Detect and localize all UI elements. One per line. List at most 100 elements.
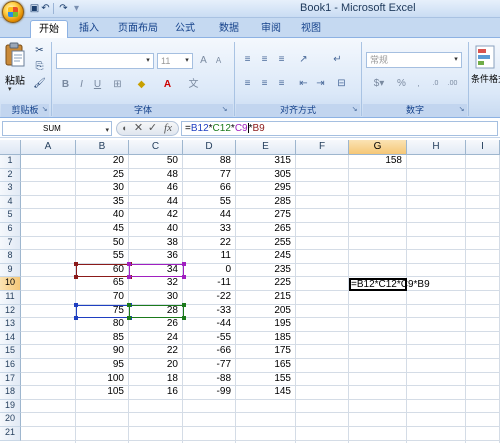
- wrap-text-icon[interactable]: ↵: [330, 52, 345, 67]
- conditional-formatting-label[interactable]: 条件格式: [471, 72, 500, 85]
- cell-b14[interactable]: 85: [76, 332, 129, 344]
- cell-d16[interactable]: -77: [183, 359, 236, 371]
- cell-e8[interactable]: 245: [236, 250, 296, 262]
- cell-e5[interactable]: 275: [236, 209, 296, 221]
- row-header-12[interactable]: 12: [0, 305, 21, 318]
- cell-c13[interactable]: 26: [129, 318, 183, 330]
- alignment-launcher-icon[interactable]: ↘: [350, 105, 359, 114]
- row-header-21[interactable]: 21: [0, 427, 21, 441]
- formula-bar-grip-icon[interactable]: ◖: [118, 121, 130, 136]
- paste-icon[interactable]: [4, 42, 26, 72]
- cell-d3[interactable]: 66: [183, 182, 236, 194]
- enter-formula-button[interactable]: ✓: [146, 121, 159, 136]
- font-launcher-icon[interactable]: ↘: [220, 105, 229, 114]
- row-header-2[interactable]: 2: [0, 169, 21, 182]
- cell-b18[interactable]: 105: [76, 386, 129, 398]
- cell-e3[interactable]: 295: [236, 182, 296, 194]
- cell-e18[interactable]: 145: [236, 386, 296, 398]
- office-button[interactable]: [2, 1, 24, 23]
- row-header-14[interactable]: 14: [0, 332, 21, 345]
- cell-d14[interactable]: -55: [183, 332, 236, 344]
- cell-d17[interactable]: -88: [183, 373, 236, 385]
- reference-box-c9[interactable]: [127, 262, 186, 279]
- cell-d1[interactable]: 88: [183, 155, 236, 167]
- cell-d18[interactable]: -99: [183, 386, 236, 398]
- row-header-6[interactable]: 6: [0, 223, 21, 237]
- cell-d4[interactable]: 55: [183, 196, 236, 208]
- row-header-9[interactable]: 9: [0, 264, 21, 277]
- cell-d8[interactable]: 11: [183, 250, 236, 262]
- cell-c15[interactable]: 22: [129, 345, 183, 357]
- row-header-20[interactable]: 20: [0, 413, 21, 427]
- row-header-13[interactable]: 13: [0, 318, 21, 332]
- cell-e15[interactable]: 175: [236, 345, 296, 357]
- align-center-icon[interactable]: ≡: [257, 76, 272, 91]
- cell-b17[interactable]: 100: [76, 373, 129, 385]
- customize-qat-icon[interactable]: ▾: [70, 2, 83, 15]
- cell-d12[interactable]: -33: [183, 305, 236, 317]
- cell-b16[interactable]: 95: [76, 359, 129, 371]
- reference-box-b12[interactable]: [74, 303, 132, 320]
- cell-b6[interactable]: 45: [76, 223, 129, 235]
- cell-c8[interactable]: 36: [129, 250, 183, 262]
- column-header-f[interactable]: F: [296, 140, 349, 155]
- comma-style-icon[interactable]: ,: [411, 76, 426, 91]
- row-header-1[interactable]: 1: [0, 155, 21, 169]
- percent-button[interactable]: %: [394, 76, 409, 91]
- cell-c6[interactable]: 40: [129, 223, 183, 235]
- redo-icon[interactable]: ↷: [57, 2, 70, 15]
- conditional-formatting-icon[interactable]: [474, 44, 496, 70]
- clipboard-launcher-icon[interactable]: ↘: [40, 105, 49, 114]
- increase-decimal-icon[interactable]: .0: [428, 76, 443, 91]
- cell-b7[interactable]: 50: [76, 237, 129, 249]
- cell-c4[interactable]: 44: [129, 196, 183, 208]
- row-header-11[interactable]: 11: [0, 291, 21, 305]
- column-header-d[interactable]: D: [183, 140, 236, 155]
- row-header-17[interactable]: 17: [0, 373, 21, 386]
- row-header-10[interactable]: 10: [0, 277, 21, 291]
- cancel-formula-button[interactable]: ✕: [132, 121, 145, 136]
- row-header-16[interactable]: 16: [0, 359, 21, 373]
- column-header-h[interactable]: H: [407, 140, 466, 155]
- reference-box-c12[interactable]: [127, 303, 186, 320]
- cell-b11[interactable]: 70: [76, 291, 129, 303]
- cell-d5[interactable]: 44: [183, 209, 236, 221]
- tab-page-layout[interactable]: 页面布局: [114, 20, 162, 38]
- underline-button[interactable]: U: [90, 77, 105, 92]
- align-top-icon[interactable]: ≡: [240, 52, 255, 67]
- cell-b2[interactable]: 25: [76, 169, 129, 181]
- font-size-combo[interactable]: 11 ▾: [157, 53, 193, 69]
- italic-button[interactable]: I: [74, 77, 89, 92]
- paste-dropdown-icon[interactable]: ▾: [8, 85, 12, 93]
- paste-button-label[interactable]: 粘贴: [3, 72, 27, 87]
- cell-b5[interactable]: 40: [76, 209, 129, 221]
- cell-c18[interactable]: 16: [129, 386, 183, 398]
- reference-box-b9[interactable]: [74, 262, 132, 279]
- cell-e12[interactable]: 205: [236, 305, 296, 317]
- align-middle-icon[interactable]: ≡: [257, 52, 272, 67]
- increase-indent-icon[interactable]: ⇥: [313, 76, 328, 91]
- cell-c16[interactable]: 20: [129, 359, 183, 371]
- cell-d15[interactable]: -66: [183, 345, 236, 357]
- cell-e4[interactable]: 285: [236, 196, 296, 208]
- phonetic-icon[interactable]: 文: [186, 77, 201, 92]
- decrease-indent-icon[interactable]: ⇤: [296, 76, 311, 91]
- row-header-7[interactable]: 7: [0, 237, 21, 250]
- row-header-19[interactable]: 19: [0, 400, 21, 413]
- accounting-format-icon[interactable]: $▾: [368, 76, 390, 91]
- cell-e7[interactable]: 255: [236, 237, 296, 249]
- borders-icon[interactable]: ⊞: [110, 77, 125, 92]
- tab-view[interactable]: 视图: [296, 20, 326, 38]
- row-header-3[interactable]: 3: [0, 182, 21, 196]
- cell-b8[interactable]: 55: [76, 250, 129, 262]
- row-header-5[interactable]: 5: [0, 209, 21, 223]
- column-header-b[interactable]: B: [76, 140, 129, 155]
- cell-e1[interactable]: 315: [236, 155, 296, 167]
- cut-icon[interactable]: ✂: [32, 43, 47, 58]
- cell-c7[interactable]: 38: [129, 237, 183, 249]
- row-header-15[interactable]: 15: [0, 345, 21, 359]
- cell-e14[interactable]: 185: [236, 332, 296, 344]
- cell-e10[interactable]: 225: [236, 277, 296, 289]
- cell-e16[interactable]: 165: [236, 359, 296, 371]
- number-launcher-icon[interactable]: ↘: [457, 105, 466, 114]
